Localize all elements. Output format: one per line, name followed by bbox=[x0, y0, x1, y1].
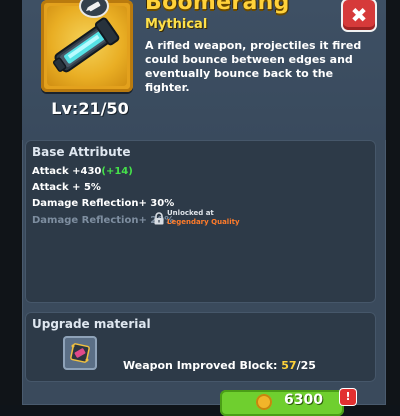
upgrade-price: 6300 bbox=[284, 392, 323, 408]
attribute-bonus: (+14) bbox=[101, 166, 133, 177]
weapon-description: A rifled weapon, projectiles it fired co… bbox=[145, 39, 362, 94]
close-icon: ✖ bbox=[350, 3, 368, 27]
notification-badge: ! bbox=[340, 389, 356, 405]
material-owned: 57 bbox=[281, 359, 297, 372]
attribute-text: Attack +430 bbox=[32, 166, 102, 177]
upgrade-button[interactable]: 6300 bbox=[220, 390, 344, 416]
background-left bbox=[0, 0, 22, 405]
upgrade-material-section: Upgrade material Weapon Improved Block: … bbox=[25, 312, 376, 382]
weapon-icon-frame bbox=[41, 0, 133, 92]
weapon-level: Lv:21/50 bbox=[51, 99, 129, 118]
unlock-text: Unlocked at bbox=[167, 209, 214, 217]
weapon-block-icon bbox=[70, 343, 90, 363]
attribute-row: Attack + 5% bbox=[32, 182, 101, 193]
attribute-row: Damage Reflection+ 30% bbox=[32, 198, 174, 209]
pencil-icon[interactable] bbox=[79, 0, 109, 18]
weapon-name: Boomerang bbox=[145, 0, 290, 15]
unlock-quality: Legendary Quality bbox=[167, 218, 240, 226]
weapon-icon-background bbox=[47, 6, 127, 86]
weapon-rarity: Mythical bbox=[145, 17, 208, 32]
material-required: /25 bbox=[296, 359, 316, 372]
material-name: Weapon Improved Block: bbox=[123, 359, 282, 372]
close-button[interactable]: ✖ bbox=[343, 0, 375, 30]
material-count-label: Weapon Improved Block: 57/25 bbox=[123, 359, 316, 372]
attribute-row: Attack +430(+14) bbox=[32, 166, 133, 177]
boomerang-weapon-icon bbox=[52, 17, 120, 73]
background-right bbox=[386, 0, 400, 405]
base-attribute-title: Base Attribute bbox=[32, 145, 131, 159]
attribute-text: Attack + 5% bbox=[32, 182, 101, 193]
material-slot[interactable] bbox=[63, 336, 97, 370]
base-attribute-section: Base Attribute Attack +430(+14) Attack +… bbox=[25, 140, 376, 303]
upgrade-material-title: Upgrade material bbox=[32, 317, 151, 331]
unlock-hint: Unlocked at Legendary Quality bbox=[153, 209, 240, 227]
attribute-text: Damage Reflection+ 30% bbox=[32, 198, 175, 209]
lock-icon bbox=[154, 211, 164, 224]
coin-icon bbox=[256, 394, 272, 410]
